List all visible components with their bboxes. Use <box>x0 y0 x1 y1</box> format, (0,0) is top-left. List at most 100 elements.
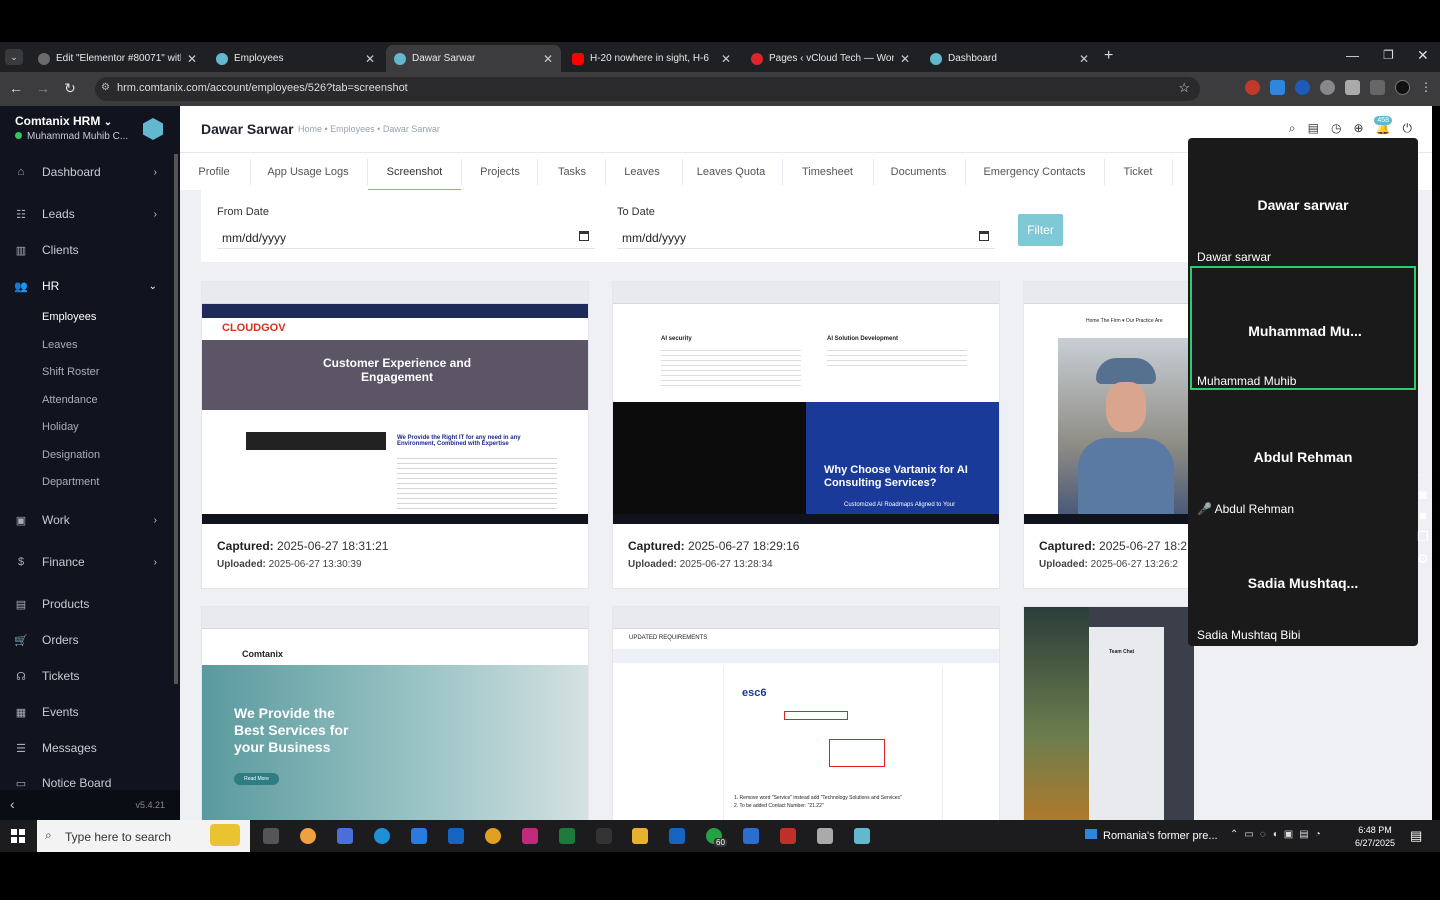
taskbar-search[interactable]: ⌕ Type here to search <box>37 820 250 852</box>
tab-documents[interactable]: Documents <box>885 153 952 191</box>
from-date-input[interactable]: mm/dd/yyyy <box>217 227 595 249</box>
profile-avatar[interactable] <box>1395 80 1410 95</box>
tab-youtube[interactable]: H-20 nowhere in sight, H-6 ✕ <box>564 45 739 72</box>
tab-profile[interactable]: Profile <box>191 153 237 191</box>
close-icon[interactable]: ✕ <box>900 52 910 66</box>
screenshot-card[interactable]: Comtanix We Provide the Best Services fo… <box>201 606 589 820</box>
sidebar-item-tickets[interactable]: ☊ Tickets <box>0 661 175 691</box>
screenshot-card[interactable]: AI security AI Solution Development Why … <box>612 281 1000 589</box>
sidebar-item-events[interactable]: ▦ Events <box>0 697 175 727</box>
sidebar-item-dashboard[interactable]: ⌂ Dashboard › <box>0 157 175 187</box>
tab-dawar-sarwar[interactable]: Dawar Sarwar ✕ <box>386 45 561 72</box>
sidebar-item-products[interactable]: ▤ Products <box>0 589 175 619</box>
pen-icon[interactable] <box>596 828 612 844</box>
more-options-icon[interactable]: ⋯ <box>1412 470 1434 481</box>
sticky-note-icon[interactable]: ▤ <box>1308 121 1319 136</box>
tab-ticket[interactable]: Ticket <box>1116 153 1160 191</box>
url-field[interactable]: ⚙ hrm.comtanix.com/account/employees/526… <box>95 77 1200 101</box>
close-icon[interactable]: ✕ <box>721 52 731 66</box>
screenshot-card[interactable]: CLOUDGOV Customer Experience and Engagem… <box>201 281 589 589</box>
calendar-icon[interactable] <box>979 231 989 241</box>
minimize-button[interactable]: — <box>1346 48 1359 63</box>
sidebar-item-leads[interactable]: ☷ Leads › <box>0 199 175 229</box>
extension-icon[interactable] <box>1245 80 1260 95</box>
file-explorer-icon[interactable] <box>632 828 648 844</box>
gear-icon[interactable]: ⚙ <box>1412 551 1434 567</box>
screenshot-thumbnail[interactable]: CLOUDGOV Customer Experience and Engagem… <box>202 282 588 524</box>
share-screen-icon[interactable]: ❐ <box>1412 529 1434 545</box>
participant-tile[interactable]: Dawar sarwar Dawar sarwar <box>1190 140 1416 264</box>
plus-circle-icon[interactable]: ⊕ <box>1353 121 1363 136</box>
sidebar-item-finance[interactable]: $ Finance › <box>0 547 175 577</box>
screenshot-thumbnail[interactable]: Comtanix We Provide the Best Services fo… <box>202 607 588 820</box>
forward-button[interactable]: → <box>29 80 57 96</box>
tab-app-usage-logs[interactable]: App Usage Logs <box>260 153 356 191</box>
tab-elementor[interactable]: Edit "Elementor #80071" with E✕ <box>30 45 205 72</box>
sidebar-item-clients[interactable]: ▥ Clients <box>0 235 175 265</box>
puzzle-icon[interactable] <box>1345 80 1360 95</box>
power-icon[interactable]: ⏻ <box>1403 121 1413 136</box>
app-icon[interactable] <box>522 828 538 844</box>
close-icon[interactable]: ✕ <box>365 52 375 66</box>
clock-icon[interactable]: ◷ <box>1331 121 1341 136</box>
sidebar-item-hr[interactable]: 👥 HR ⌄ <box>0 271 175 301</box>
close-icon[interactable]: ✕ <box>187 52 197 66</box>
sidebar-subitem-employees[interactable]: Employees <box>42 311 96 323</box>
extension-icon[interactable] <box>1295 80 1310 95</box>
screenshot-thumbnail[interactable]: AI security AI Solution Development Why … <box>613 282 999 524</box>
clock[interactable]: 6:48 PM 6/27/2025 <box>1355 824 1395 850</box>
tab-tasks[interactable]: Tasks <box>549 153 595 191</box>
search-icon[interactable]: ⌕ <box>1289 121 1296 136</box>
tab-dashboard[interactable]: Dashboard ✕ <box>922 45 1097 72</box>
tab-search-button[interactable]: ⌄ <box>5 49 23 65</box>
participant-tile[interactable]: Abdul Rehman 🎤 Abdul Rehman <box>1190 392 1416 516</box>
sidebar-item-work[interactable]: ▣ Work › <box>0 505 175 535</box>
edge-icon[interactable] <box>374 828 390 844</box>
brand-name[interactable]: Comtanix HRM ⌄ <box>15 114 112 128</box>
chrome-icon[interactable] <box>485 828 501 844</box>
sidebar-item-orders[interactable]: 🛒 Orders <box>0 625 175 655</box>
screenshot-card[interactable]: Team Chat <box>1023 606 1194 820</box>
app-icon[interactable] <box>817 828 833 844</box>
sidebar-subitem-designation[interactable]: Designation <box>42 449 100 461</box>
filezilla-icon[interactable] <box>780 828 796 844</box>
collapse-sidebar-icon[interactable]: ‹ <box>10 796 15 812</box>
tab-emergency-contacts[interactable]: Emergency Contacts <box>977 153 1092 191</box>
back-button[interactable]: ← <box>2 80 30 96</box>
app-icon[interactable] <box>854 828 870 844</box>
reload-button[interactable]: ↻ <box>56 80 84 97</box>
extension-icon[interactable] <box>1320 80 1335 95</box>
close-window-button[interactable]: ✕ <box>1417 47 1429 64</box>
camera-icon[interactable]: ◙ <box>1412 487 1434 502</box>
to-date-input[interactable]: mm/dd/yyyy <box>617 227 995 249</box>
site-info-icon[interactable]: ⚙ <box>101 82 110 93</box>
news-widget[interactable]: Romania's former pre... <box>1085 829 1218 842</box>
close-icon[interactable]: ✕ <box>1079 52 1089 66</box>
screenshot-thumbnail[interactable]: Home The Firm ▾ Our Practice Are <box>1024 282 1194 524</box>
tab-leaves-quota[interactable]: Leaves Quota <box>694 153 768 191</box>
sidebar-subitem-holiday[interactable]: Holiday <box>42 421 79 433</box>
zoho-icon[interactable] <box>337 828 353 844</box>
sidebar-subitem-department[interactable]: Department <box>42 476 99 488</box>
tab-screenshot[interactable]: Screenshot <box>368 153 461 191</box>
outlook-icon[interactable] <box>448 828 464 844</box>
app-icon[interactable] <box>743 828 759 844</box>
tab-pages[interactable]: Pages ‹ vCloud Tech — WordPr✕ <box>743 45 918 72</box>
sidebar-subitem-shift-roster[interactable]: Shift Roster <box>42 366 99 378</box>
tab-timesheet[interactable]: Timesheet <box>794 153 861 191</box>
windows-start-icon[interactable] <box>11 829 25 843</box>
system-tray[interactable]: ⌃▭◌◖▣▤◔ <box>1230 829 1327 840</box>
menu-dots-icon[interactable]: ⋮ <box>1420 80 1432 95</box>
tab-projects[interactable]: Projects <box>473 153 527 191</box>
video-icon[interactable]: ■ <box>1412 508 1434 523</box>
task-view-icon[interactable] <box>263 828 279 844</box>
media-icon[interactable] <box>1370 80 1385 95</box>
breadcrumb[interactable]: Home • Employees • Dawar Sarwar <box>298 124 440 134</box>
tab-leaves[interactable]: Leaves <box>617 153 667 191</box>
notifications-icon[interactable]: ▤ <box>1410 828 1422 844</box>
screenshot-thumbnail[interactable]: Team Chat <box>1024 607 1194 820</box>
participant-tile[interactable]: Sadia Mushtaq... Sadia Mushtaq Bibi <box>1190 518 1416 642</box>
sidebar-scrollbar[interactable] <box>174 154 178 684</box>
tab-employees[interactable]: Employees ✕ <box>208 45 383 72</box>
screenshot-thumbnail[interactable]: UPDATED REQUIREMENTS esc6 1. Remove word… <box>613 607 999 820</box>
